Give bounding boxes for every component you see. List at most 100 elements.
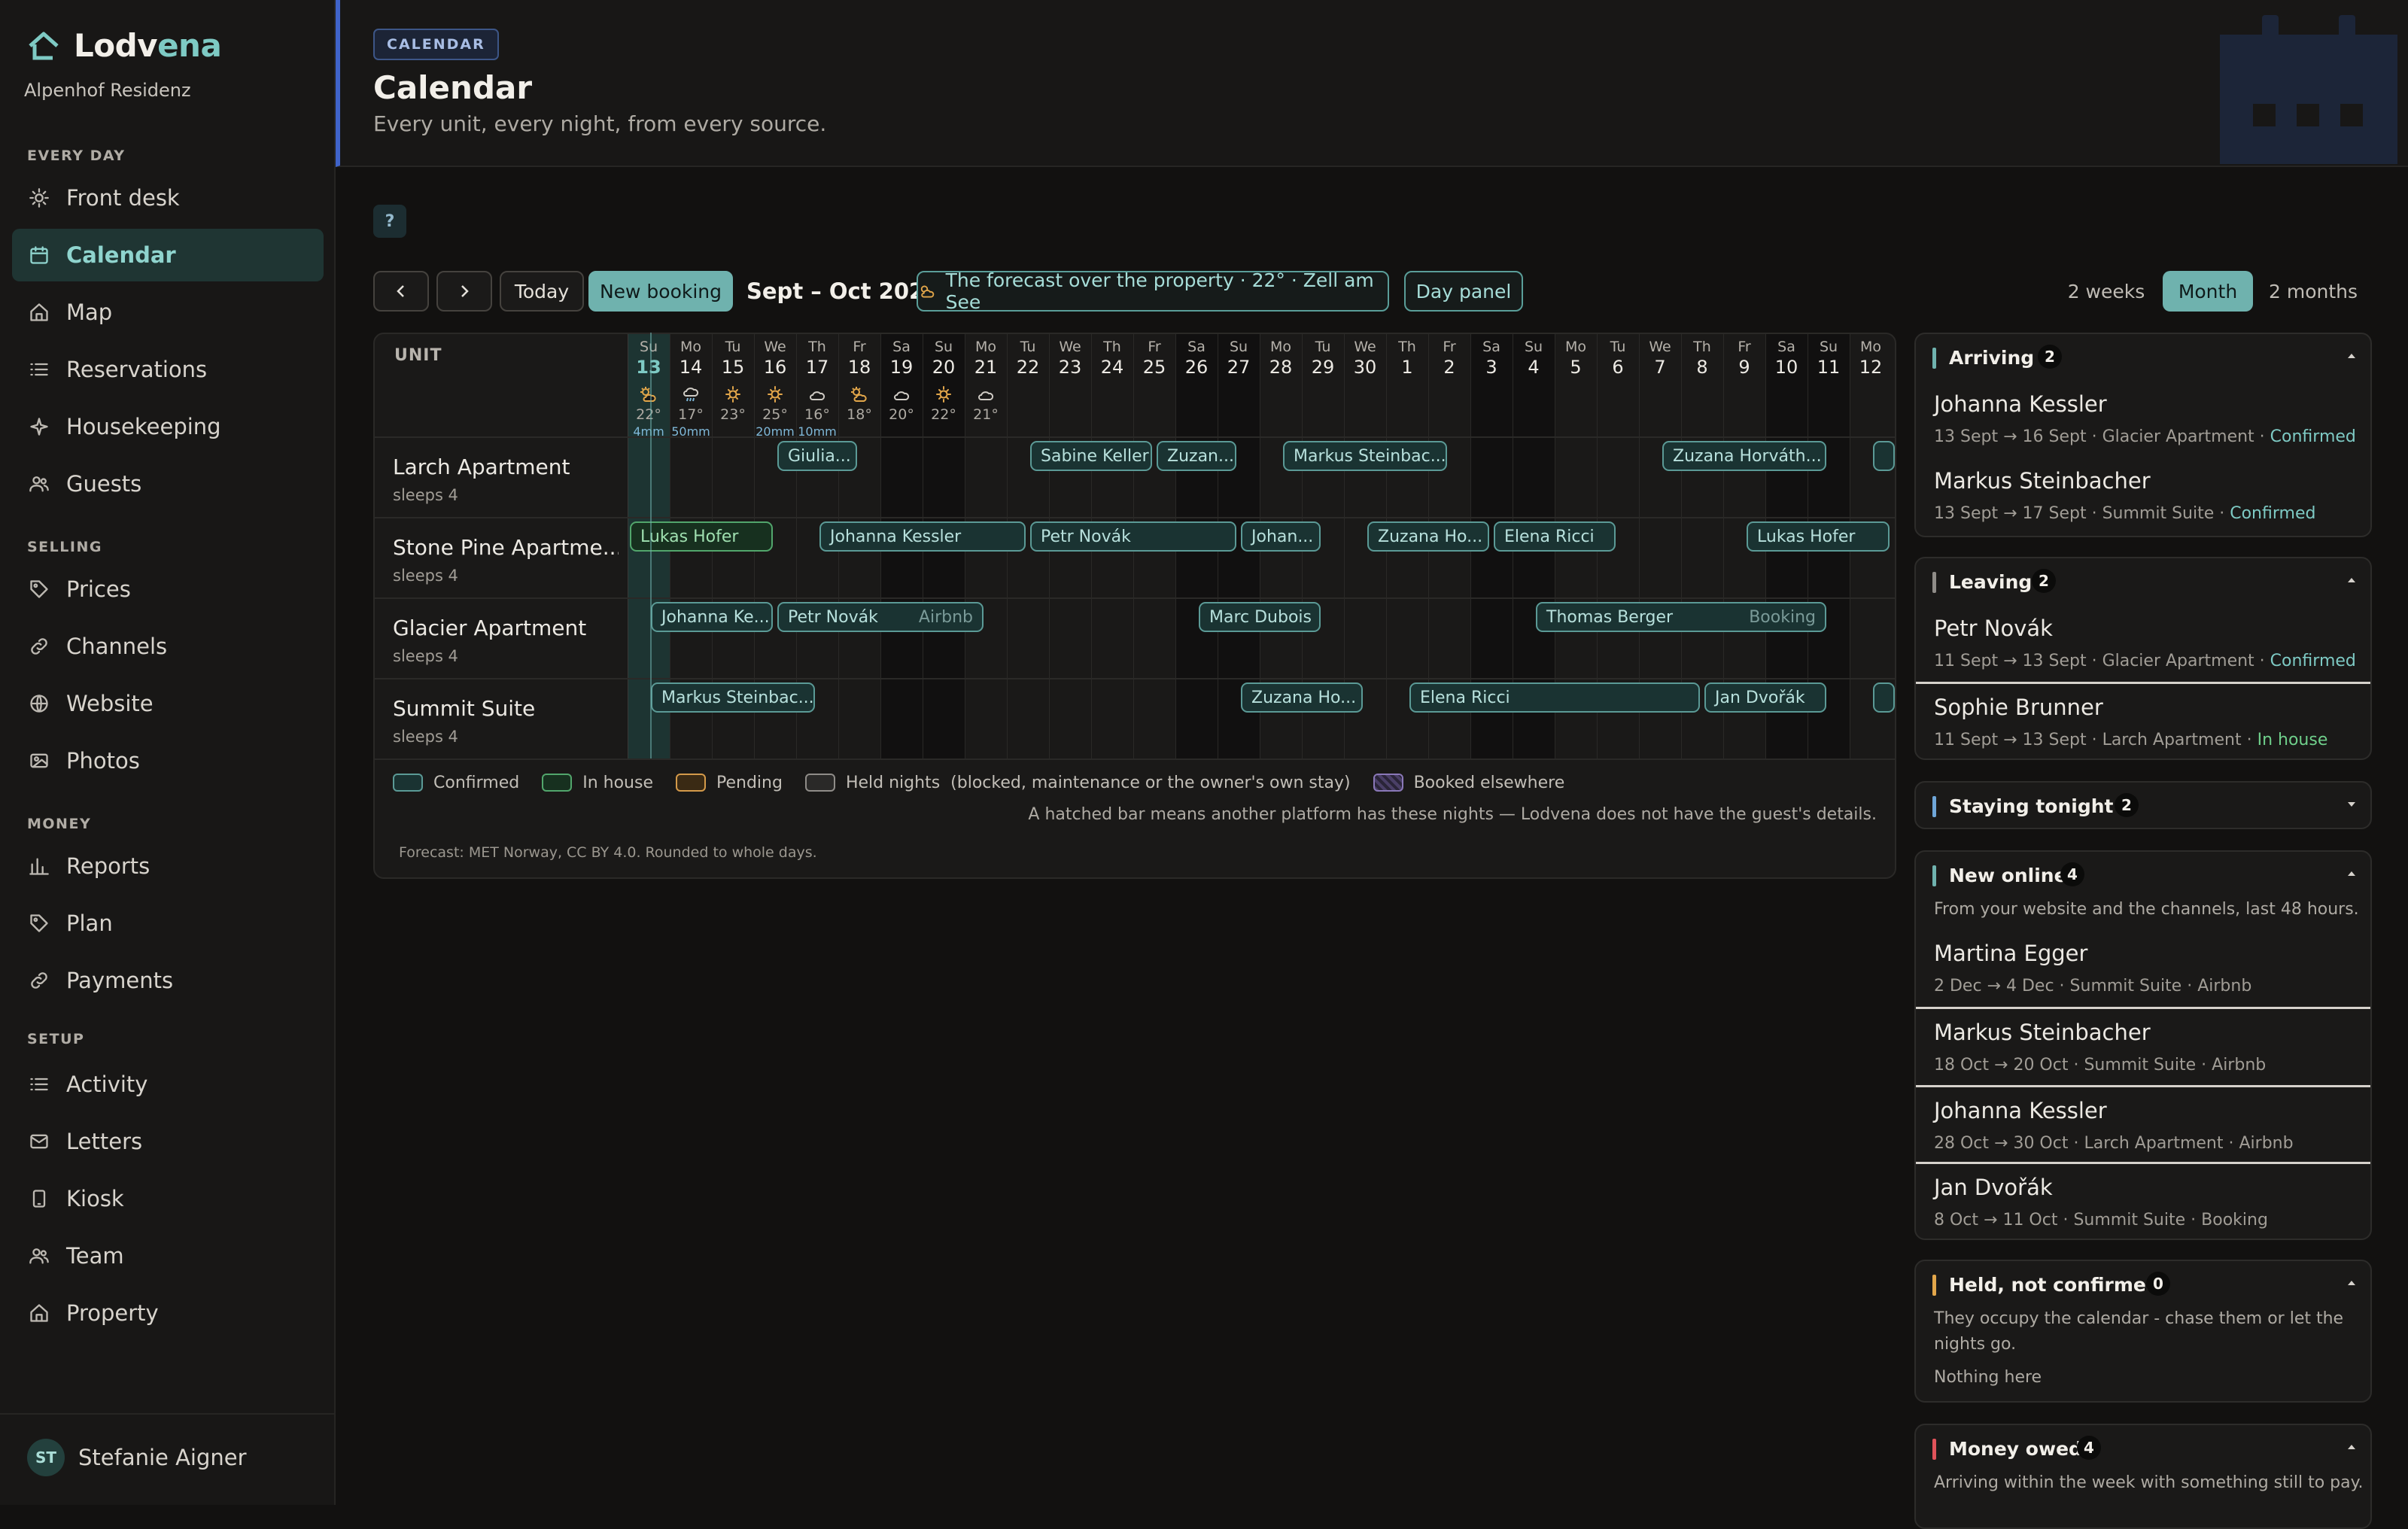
booking-bar[interactable]: Zuzana Ho...: [1367, 521, 1489, 552]
day-of-week: Fr: [853, 339, 866, 355]
view-2-months[interactable]: 2 months: [2262, 271, 2364, 312]
view-2-weeks[interactable]: 2 weeks: [2059, 271, 2154, 312]
sidebar-item-letters[interactable]: Letters: [12, 1115, 324, 1168]
sidebar-item-photos[interactable]: Photos: [12, 734, 324, 787]
booking-bar[interactable]: [1873, 441, 1895, 471]
sidebar-item-reservations[interactable]: Reservations: [12, 343, 324, 396]
list-item[interactable]: Markus Steinbacher 18 Oct → 20 Oct · Sum…: [1916, 1007, 2370, 1084]
sidebar-item-map[interactable]: Map: [12, 286, 324, 339]
sidebar-item-prices[interactable]: Prices: [12, 563, 324, 616]
sidebar: Lodvena Alpenhof Residenz EVERY DAY SELL…: [0, 0, 336, 1505]
list-item[interactable]: Jan Dvořák 8 Oct → 11 Oct · Summit Suite…: [1916, 1162, 2370, 1239]
day-of-week: Sa: [1482, 339, 1500, 355]
booking-bar[interactable]: Elena Ricci: [1409, 682, 1700, 713]
sidebar-item-label: Activity: [66, 1072, 148, 1097]
globe-icon: [30, 695, 48, 713]
panel-held-header[interactable]: Held, not confirmed 0: [1916, 1261, 2370, 1308]
booking-bar[interactable]: Lukas Hofer: [1747, 521, 1890, 552]
day-number: 9: [1738, 357, 1750, 378]
unit-name[interactable]: Glacier Apartment: [393, 616, 586, 640]
panel-money-header[interactable]: Money owed 4: [1916, 1425, 2370, 1472]
sidebar-item-activity[interactable]: Activity: [12, 1058, 324, 1111]
today-button[interactable]: Today: [500, 271, 584, 312]
list-item[interactable]: Martina Egger 2 Dec → 4 Dec · Summit Sui…: [1916, 930, 2370, 1007]
unit-name[interactable]: Summit Suite: [393, 696, 535, 721]
panel-count: 2: [2032, 569, 2056, 593]
booking-bar[interactable]: Johan...: [1241, 521, 1321, 552]
day-of-week: Tu: [1610, 339, 1626, 355]
user-name[interactable]: Stefanie Aigner: [78, 1445, 247, 1470]
photo-icon: [30, 753, 48, 768]
unit-name[interactable]: Larch Apartment: [393, 454, 570, 479]
sidebar-item-housekeeping[interactable]: Housekeeping: [12, 400, 324, 453]
day-number: 1: [1401, 357, 1413, 378]
day-of-week: Su: [1524, 339, 1543, 355]
calendar-watermark-icon: [2220, 15, 2397, 164]
booking-bar[interactable]: Petr Novák Airbnb: [777, 602, 984, 632]
booking-bar[interactable]: Marc Dubois: [1199, 602, 1321, 632]
new-booking-button[interactable]: New booking: [588, 271, 733, 312]
booking-guest: Petr Novák: [1041, 527, 1131, 546]
list-item[interactable]: Johanna Kessler 28 Oct → 30 Oct · Larch …: [1916, 1085, 2370, 1162]
day-number: 11: [1817, 357, 1841, 378]
sidebar-item-reports[interactable]: Reports: [12, 840, 324, 892]
view-month[interactable]: Month: [2163, 271, 2253, 312]
booking-bar[interactable]: Giulia...: [777, 441, 857, 471]
sidebar-item-kiosk[interactable]: Kiosk: [12, 1172, 324, 1225]
next-button[interactable]: [436, 271, 492, 312]
day-of-week: Tu: [1315, 339, 1331, 355]
booking-bar[interactable]: Zuzana Horváth...: [1662, 441, 1826, 471]
booking-guest: Zuzan...: [1167, 446, 1234, 466]
property-name[interactable]: Alpenhof Residenz: [24, 80, 191, 101]
day-number: 18: [847, 357, 871, 378]
avatar[interactable]: ST: [27, 1439, 65, 1476]
day-panel-button[interactable]: Day panel: [1404, 271, 1523, 312]
booking-bar[interactable]: Zuzan...: [1157, 441, 1236, 471]
panel-description: From your website and the channels, last…: [1934, 900, 2359, 919]
page-subtitle: Every unit, every night, from every sour…: [373, 111, 827, 136]
home-logo-icon: [29, 32, 59, 59]
sidebar-item-plan[interactable]: Plan: [12, 897, 324, 950]
brand-logo[interactable]: Lodvena: [27, 27, 222, 64]
panel-new-online-header[interactable]: New online 4: [1916, 852, 2370, 898]
sidebar-item-calendar[interactable]: Calendar: [12, 229, 324, 281]
booking-bar[interactable]: Elena Ricci: [1494, 521, 1616, 552]
sidebar-item-guests[interactable]: Guests: [12, 457, 324, 510]
booking-bar[interactable]: Zuzana Ho...: [1241, 682, 1363, 713]
booking-bar[interactable]: [1873, 682, 1895, 713]
list-item[interactable]: Petr Novák 11 Sept → 13 Sept · Glacier A…: [1916, 605, 2370, 682]
panel-arriving-header[interactable]: Arriving 2: [1916, 334, 2370, 381]
booking-bar[interactable]: Sabine Keller: [1030, 441, 1152, 471]
day-temperature: 22°: [636, 406, 661, 423]
list-item[interactable]: Sophie Brunner 11 Sept → 13 Sept · Larch…: [1916, 682, 2370, 758]
forecast-button[interactable]: The forecast over the property · 22° · Z…: [917, 269, 1389, 313]
sidebar-item-website[interactable]: Website: [12, 677, 324, 730]
day-number: 7: [1654, 357, 1666, 378]
booking-bar[interactable]: Jan Dvořák: [1704, 682, 1826, 713]
sidebar-item-payments[interactable]: Payments: [12, 954, 324, 1007]
sun-icon: [768, 386, 783, 403]
list-item[interactable]: Johanna Kessler 13 Sept → 16 Sept · Glac…: [1916, 381, 2370, 457]
booking-bar[interactable]: Petr Novák: [1030, 521, 1236, 552]
panel-title: Held, not confirmed: [1949, 1274, 2160, 1296]
sidebar-item-team[interactable]: Team: [12, 1230, 324, 1282]
booking-bar[interactable]: Markus Steinbac...: [651, 682, 815, 713]
sidebar-item-property[interactable]: Property: [12, 1287, 324, 1339]
help-button[interactable]: ?: [373, 205, 406, 238]
panel-title: Money owed: [1949, 1438, 2082, 1460]
list-item[interactable]: Markus Steinbacher 13 Sept → 17 Sept · S…: [1916, 457, 2370, 534]
booking-bar[interactable]: Markus Steinbac...: [1283, 441, 1447, 471]
prev-button[interactable]: [373, 271, 429, 312]
sidebar-item-channels[interactable]: Channels: [12, 620, 324, 673]
sidebar-item-front-desk[interactable]: Front desk: [12, 172, 324, 224]
panel-staying-header[interactable]: Staying tonight 2: [1916, 783, 2370, 828]
panel-arriving: Arriving 2 Johanna Kessler 13 Sept → 16 …: [1914, 333, 2372, 537]
booking-bar[interactable]: Johanna Kessler: [819, 521, 1026, 552]
booking-bar[interactable]: Thomas Berger Booking: [1536, 602, 1826, 632]
day-temperature: 20°: [889, 406, 914, 423]
panel-staying-tonight[interactable]: Staying tonight 2: [1914, 781, 2372, 829]
panel-leaving-header[interactable]: Leaving 2: [1916, 558, 2370, 605]
booking-bar[interactable]: Johanna Ke...: [651, 602, 773, 632]
day-number: 5: [1570, 357, 1582, 378]
unit-name[interactable]: Stone Pine Apartme...: [393, 535, 619, 560]
